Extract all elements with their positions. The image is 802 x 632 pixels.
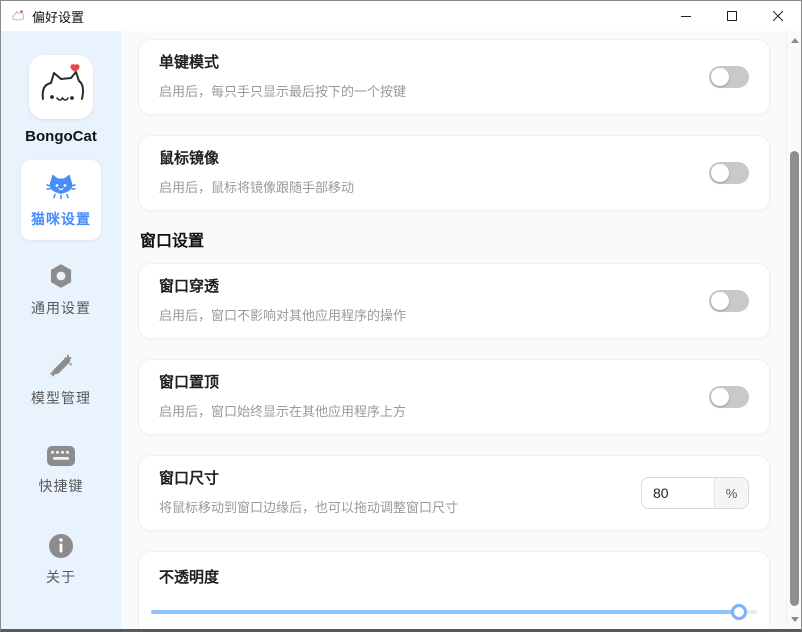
minimize-button[interactable] (663, 1, 709, 31)
minimize-icon (681, 11, 691, 21)
wand-icon (47, 352, 75, 380)
maximize-icon (727, 11, 737, 21)
settings-panel: 单键模式 启用后，每只手只显示最后按下的一个按键 鼠标镜像 启用后，鼠标将镜像跟… (121, 31, 801, 629)
sidebar-item-label: 关于 (46, 567, 76, 587)
setting-card-single-key-mode: 单键模式 启用后，每只手只显示最后按下的一个按键 (138, 39, 770, 115)
setting-description: 启用后，鼠标将镜像跟随手部移动 (159, 179, 693, 197)
opacity-slider-fill (151, 610, 739, 614)
scroll-up-arrow[interactable] (787, 33, 802, 48)
toggle-knob (711, 68, 729, 86)
window-title: 偏好设置 (32, 7, 84, 26)
titlebar: 偏好设置 (1, 1, 801, 31)
gear-icon (47, 262, 75, 290)
sidebar-item-about[interactable]: 关于 (21, 520, 101, 600)
sidebar-item-shortcuts[interactable]: 快捷键 (21, 430, 101, 510)
setting-description: 启用后，窗口始终显示在其他应用程序上方 (159, 403, 693, 421)
toggle-knob (711, 292, 729, 310)
sidebar-nav: 猫咪设置 通用设置 模型管理 (1, 160, 121, 610)
cat-icon (45, 171, 77, 201)
section-title-window-settings: 窗口设置 (140, 231, 770, 253)
opacity-slider[interactable] (151, 604, 757, 620)
maximize-button[interactable] (709, 1, 755, 31)
sidebar-item-label: 模型管理 (31, 388, 91, 408)
close-icon (773, 11, 783, 21)
app-cat-icon (10, 8, 26, 24)
window-always-on-top-toggle[interactable] (709, 386, 749, 408)
sidebar-item-cat-settings[interactable]: 猫咪设置 (21, 160, 101, 240)
app-name: BongoCat (25, 128, 97, 145)
bongocat-logo (29, 55, 93, 119)
setting-card-mouse-mirror: 鼠标镜像 启用后，鼠标将镜像跟随手部移动 (138, 135, 770, 211)
setting-card-window-size: 窗口尺寸 将鼠标移动到窗口边缘后，也可以拖动调整窗口尺寸 % (138, 455, 770, 531)
setting-description: 启用后，窗口不影响对其他应用程序的操作 (159, 307, 693, 325)
single-key-mode-toggle[interactable] (709, 66, 749, 88)
keyboard-icon (46, 444, 76, 468)
sidebar-item-label: 快捷键 (39, 476, 84, 496)
setting-title: 鼠标镜像 (159, 149, 693, 169)
setting-card-window-always-on-top: 窗口置顶 启用后，窗口始终显示在其他应用程序上方 (138, 359, 770, 435)
setting-description: 将鼠标移动到窗口边缘后，也可以拖动调整窗口尺寸 (159, 499, 625, 517)
scroll-down-arrow[interactable] (787, 612, 802, 627)
scrollbar-thumb[interactable] (790, 151, 799, 606)
close-button[interactable] (755, 1, 801, 31)
toggle-knob (711, 164, 729, 182)
sidebar-item-general-settings[interactable]: 通用设置 (21, 250, 101, 330)
opacity-slider-handle[interactable] (731, 604, 747, 620)
preferences-window: 偏好设置 BongoCat (0, 0, 802, 632)
triangle-up-icon (791, 38, 799, 43)
setting-card-window-click-through: 窗口穿透 启用后，窗口不影响对其他应用程序的操作 (138, 263, 770, 339)
setting-title: 窗口尺寸 (159, 469, 625, 489)
mouse-mirror-toggle[interactable] (709, 162, 749, 184)
window-size-input[interactable] (642, 478, 714, 508)
setting-title: 单键模式 (159, 53, 693, 73)
window-size-unit: % (714, 478, 748, 508)
setting-card-opacity: 不透明度 (138, 551, 770, 629)
setting-description: 启用后，每只手只显示最后按下的一个按键 (159, 83, 693, 101)
sidebar: BongoCat 猫咪设置 (1, 31, 121, 629)
setting-title: 不透明度 (159, 568, 749, 588)
setting-title: 窗口穿透 (159, 277, 693, 297)
sidebar-item-model-management[interactable]: 模型管理 (21, 340, 101, 420)
triangle-down-icon (791, 617, 799, 622)
info-icon (48, 533, 74, 559)
setting-title: 窗口置顶 (159, 373, 693, 393)
vertical-scrollbar[interactable] (786, 31, 801, 629)
bongocat-logo-icon (35, 61, 87, 113)
window-click-through-toggle[interactable] (709, 290, 749, 312)
toggle-knob (711, 388, 729, 406)
window-size-input-group: % (641, 477, 749, 509)
sidebar-item-label: 通用设置 (31, 298, 91, 318)
sidebar-item-label: 猫咪设置 (31, 209, 91, 229)
